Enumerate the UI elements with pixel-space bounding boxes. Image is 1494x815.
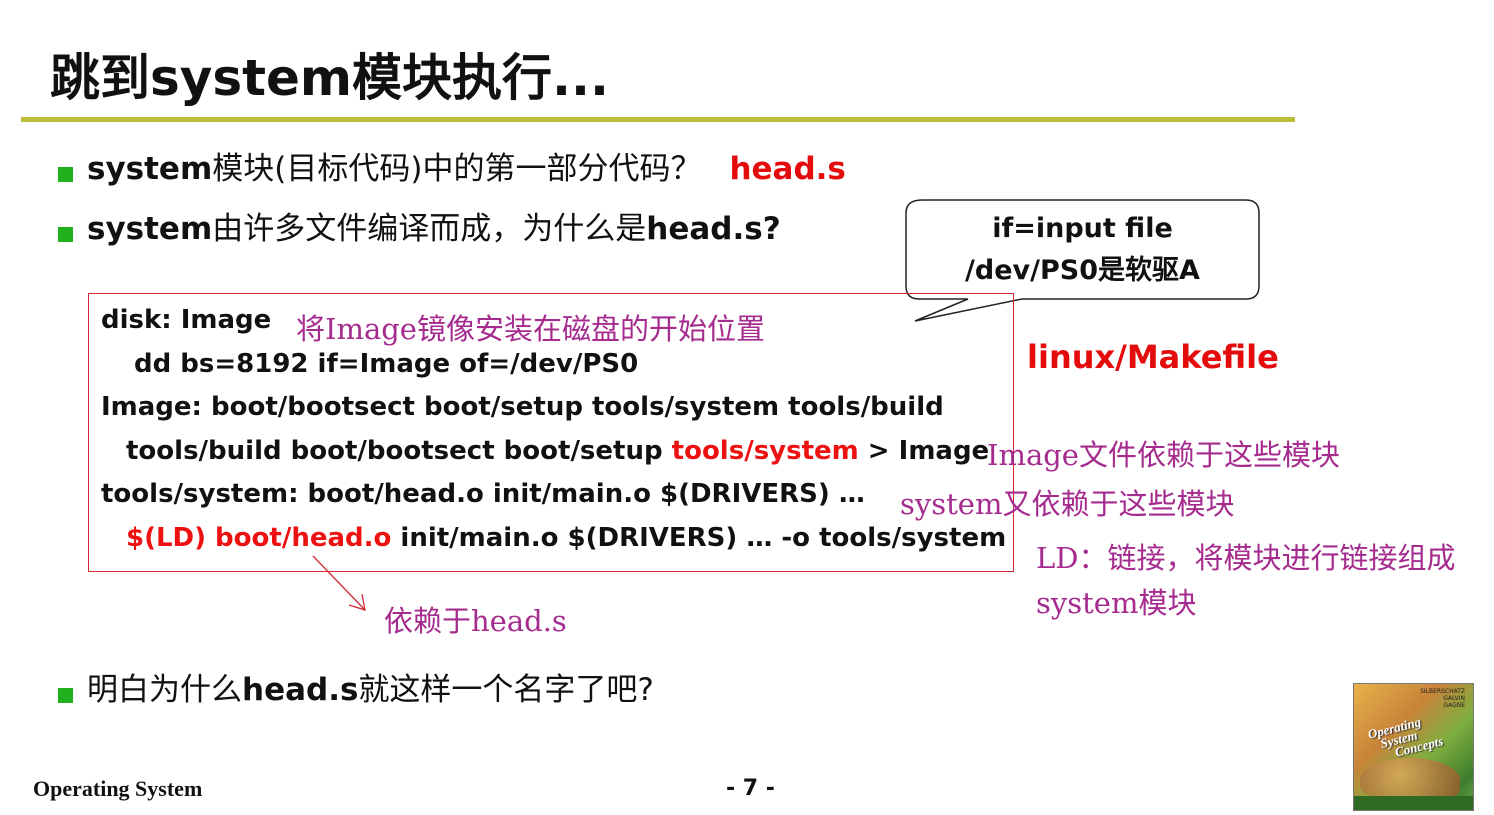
code-part: tools/build boot/bootsect boot/setup bbox=[126, 436, 672, 466]
callout-line-2: /dev/PS0是软驱A bbox=[965, 255, 1200, 286]
bullet-text: 明白为什么 bbox=[87, 672, 242, 708]
bullet-term: head.s bbox=[242, 672, 359, 708]
book-title: Operating System Concepts bbox=[1366, 712, 1444, 764]
code-line-dd: dd bs=8192 if=Image of=/dev/PS0 bbox=[134, 349, 639, 379]
note-ld-line-2: system模块 bbox=[1036, 586, 1197, 620]
note-image-install: 将Image镜像安装在磁盘的开始位置 bbox=[296, 312, 765, 346]
book-authors: SILBERSCHATZ GALVIN GAGNE bbox=[1420, 688, 1465, 709]
code-part: init/main.o $(DRIVERS) … -o tools/system bbox=[391, 523, 1007, 553]
code-line-image: Image: boot/bootsect boot/setup tools/sy… bbox=[101, 392, 944, 422]
callout-line-1: if=input file bbox=[992, 213, 1173, 244]
code-line-disk: disk: Image bbox=[101, 305, 272, 335]
note-head-dep: 依赖于head.s bbox=[384, 604, 567, 638]
makefile-label: linux/Makefile bbox=[1027, 338, 1279, 376]
note-system-deps: system又依赖于这些模块 bbox=[900, 487, 1235, 521]
note-ld-line-1: LD：链接，将模块进行链接组成 bbox=[1036, 541, 1456, 575]
code-highlight: tools/system bbox=[671, 436, 859, 466]
bullet-text-2: 就这样一个名字了吧? bbox=[358, 672, 654, 708]
code-line-ld: $(LD) boot/head.o init/main.o $(DRIVERS)… bbox=[126, 523, 1006, 553]
code-line-build: tools/build boot/bootsect boot/setup too… bbox=[126, 436, 989, 466]
bullet-understand: 明白为什么head.s就这样一个名字了吧? bbox=[58, 664, 654, 709]
code-line-system: tools/system: boot/head.o init/main.o $(… bbox=[101, 479, 865, 509]
code-part: > Image bbox=[858, 436, 990, 466]
footer-course-name: Operating System bbox=[33, 776, 203, 801]
note-image-deps: Image文件依赖于这些模块 bbox=[987, 438, 1340, 472]
bullet-square-icon bbox=[58, 688, 73, 703]
footer-page-number: - 7 - bbox=[726, 776, 775, 801]
code-highlight: $(LD) boot/head.o bbox=[126, 523, 392, 553]
book-bottom-band bbox=[1354, 796, 1473, 810]
book-cover-image: SILBERSCHATZ GALVIN GAGNE Operating Syst… bbox=[1353, 683, 1474, 811]
